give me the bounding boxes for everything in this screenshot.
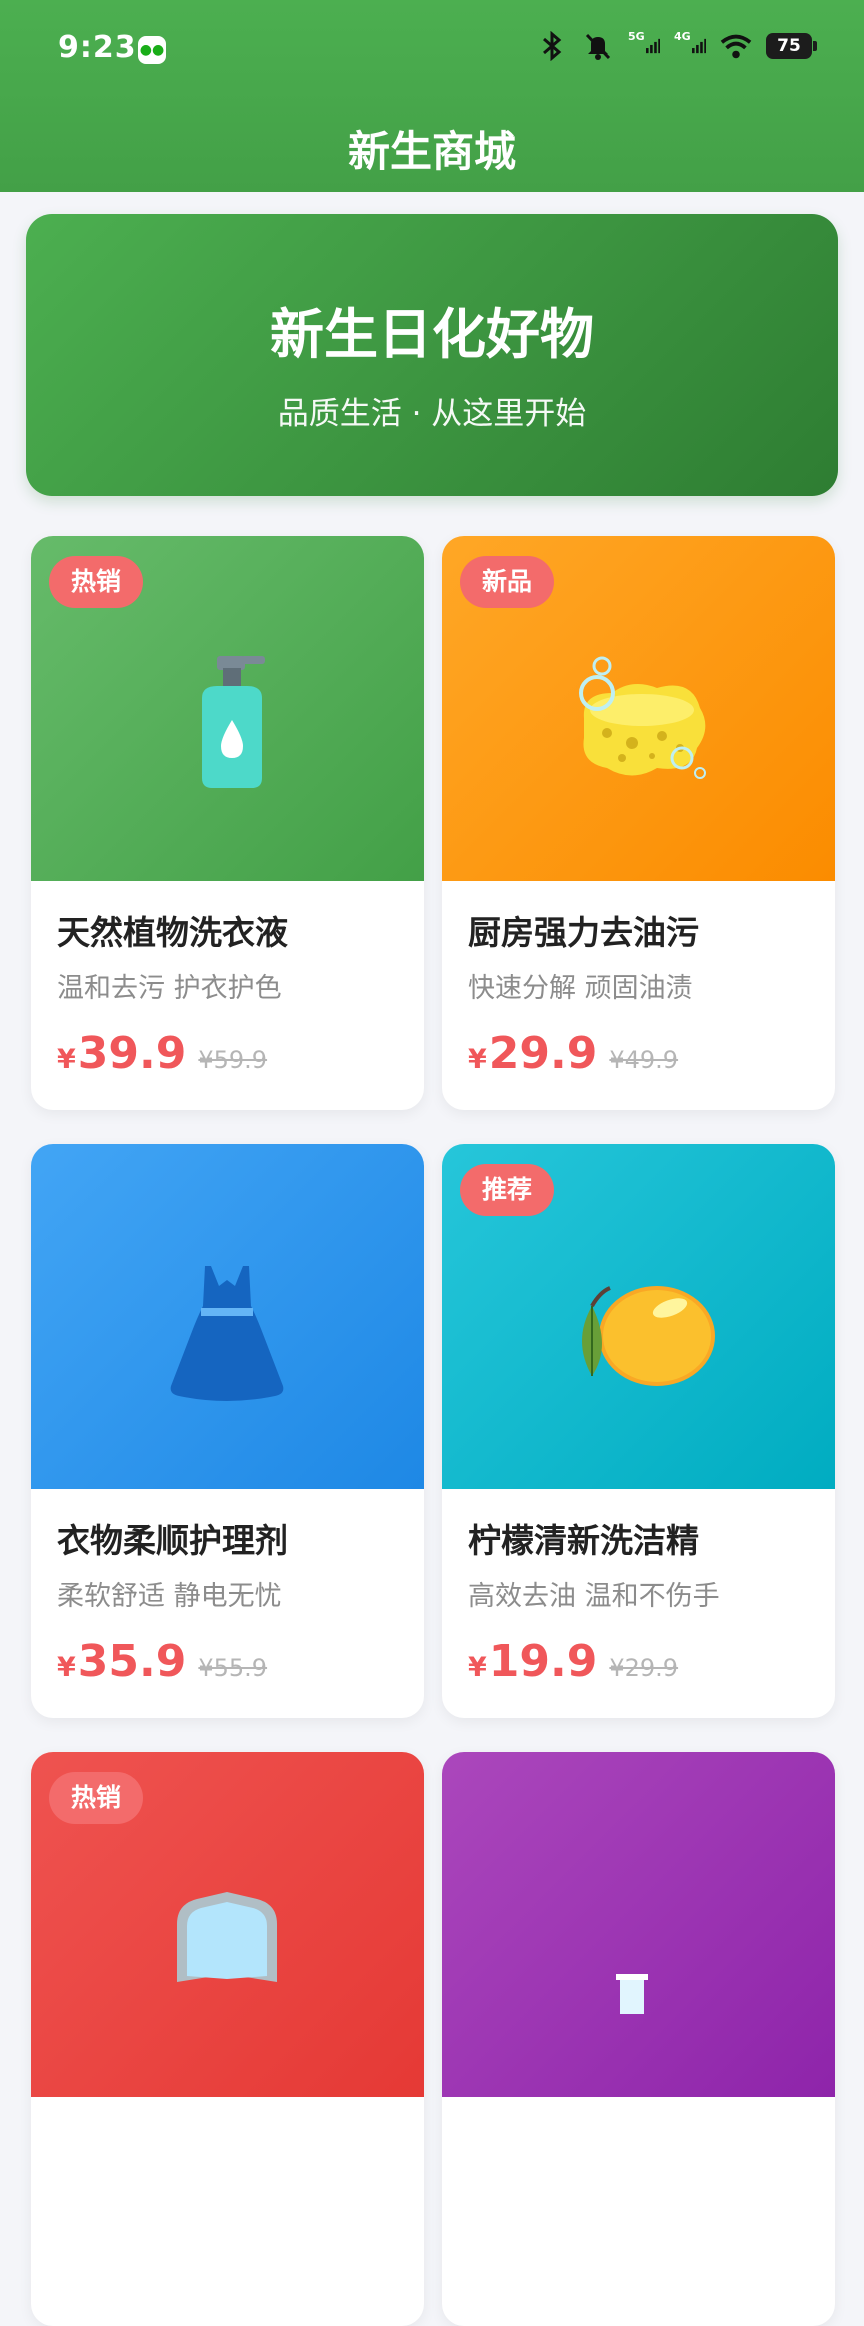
mute-bell-icon (582, 30, 614, 62)
product-name: 衣物柔顺护理剂 (57, 1521, 288, 1560)
product-card[interactable] (442, 1752, 835, 2326)
product-price: 39.9 (77, 1028, 187, 1079)
product-price: 19.9 (488, 1636, 598, 1687)
currency-symbol: ¥ (57, 1044, 76, 1075)
wifi-icon (720, 30, 752, 62)
product-card[interactable]: 新品 厨房强力去油污 快速分解 顽固油渍 ¥ 29.9 ¥49.9 (442, 536, 835, 1110)
product-card[interactable]: 热销 (31, 1752, 424, 2326)
battery-indicator: 75 (766, 33, 817, 59)
product-image: 推荐 (442, 1144, 835, 1489)
product-image: 热销 (31, 1752, 424, 2097)
dress-icon (167, 1256, 287, 1406)
product-badge: 新品 (460, 556, 555, 608)
original-price: ¥49.9 (609, 1046, 679, 1074)
currency-symbol: ¥ (468, 1652, 487, 1683)
original-price: ¥29.9 (609, 1654, 679, 1682)
product-price: 35.9 (77, 1636, 187, 1687)
product-description: 快速分解 顽固油渍 (468, 973, 693, 1004)
page-title: 新生商城 (347, 127, 516, 176)
product-price: 29.9 (488, 1028, 598, 1079)
network-5g-label: 5G (628, 29, 645, 43)
product-name: 天然植物洗衣液 (57, 913, 288, 952)
product-card[interactable]: 衣物柔顺护理剂 柔软舒适 静电无忧 ¥ 35.9 ¥55.9 (31, 1144, 424, 1718)
product-badge: 热销 (49, 1772, 144, 1824)
toothpaste-icon (602, 1864, 662, 2016)
price-row: ¥ 39.9 ¥59.9 (57, 1028, 267, 1079)
signal-4g-icon: 4G (674, 30, 706, 62)
product-badge: 推荐 (460, 1164, 555, 1216)
status-bar: 9:23 ●● 5G 4G 75 (0, 0, 864, 100)
banner-title: 新生日化好物 (270, 303, 594, 366)
product-image: 新品 (442, 536, 835, 881)
product-image (31, 1144, 424, 1489)
app-header: 9:23 ●● 5G 4G 75 新生商城 (0, 0, 864, 192)
detergent-bottle-icon (177, 648, 287, 798)
product-description: 高效去油 温和不伤手 (468, 1581, 720, 1612)
wechat-notification-icon: ●● (138, 36, 166, 64)
product-description: 温和去污 护衣护色 (57, 973, 282, 1004)
product-image (442, 1752, 835, 2097)
product-name: 柠檬清新洗洁精 (468, 1521, 699, 1560)
original-price: ¥55.9 (198, 1654, 268, 1682)
promo-banner[interactable]: 新生日化好物 品质生活 · 从这里开始 (26, 214, 838, 496)
product-card[interactable]: 推荐 柠檬清新洗洁精 高效去油 温和不伤手 ¥ 19.9 ¥29.9 (442, 1144, 835, 1718)
network-4g-label: 4G (674, 29, 691, 43)
product-card[interactable]: 热销 天然植物洗衣液 温和去污 护衣护色 ¥ 39.9 ¥59.9 (31, 536, 424, 1110)
price-row: ¥ 19.9 ¥29.9 (468, 1636, 678, 1687)
product-badge: 热销 (49, 556, 144, 608)
currency-symbol: ¥ (57, 1652, 76, 1683)
sponge-icon (562, 648, 722, 798)
product-image: 热销 (31, 536, 424, 881)
currency-symbol: ¥ (468, 1044, 487, 1075)
price-row: ¥ 35.9 ¥55.9 (57, 1636, 267, 1687)
original-price: ¥59.9 (198, 1046, 268, 1074)
bluetooth-icon (536, 30, 568, 62)
status-icons: 5G 4G 75 (536, 30, 817, 62)
shield-icon (167, 1864, 287, 2014)
product-name: 厨房强力去油污 (468, 913, 699, 952)
lemon-icon (562, 1256, 722, 1406)
signal-5g-icon: 5G (628, 30, 660, 62)
price-row: ¥ 29.9 ¥49.9 (468, 1028, 678, 1079)
banner-subtitle: 品质生活 · 从这里开始 (277, 396, 587, 432)
product-description: 柔软舒适 静电无忧 (57, 1581, 282, 1612)
status-time: 9:23 (58, 30, 137, 65)
